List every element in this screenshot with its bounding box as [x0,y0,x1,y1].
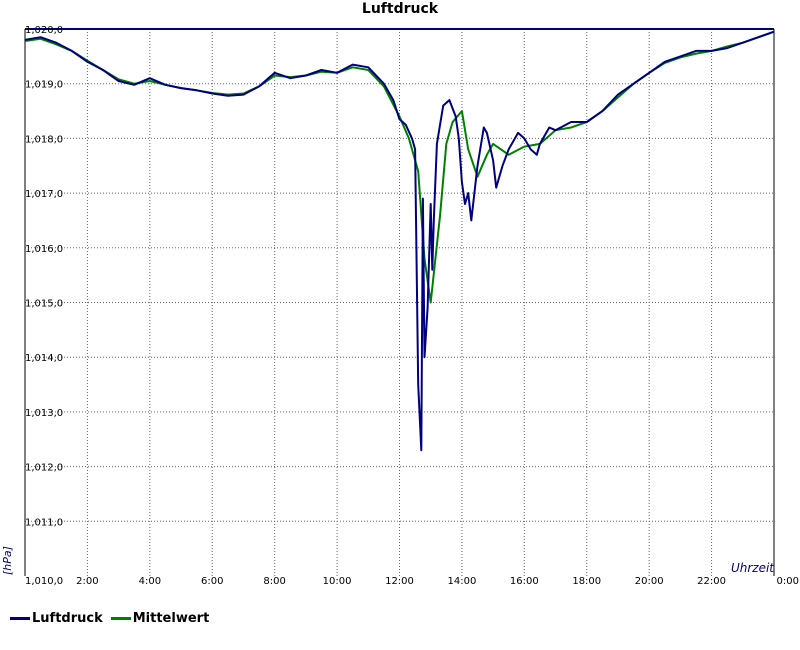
y-tick-label: 1,015,0 [25,299,63,310]
x-tick-label: 22:00 [697,576,726,587]
x-tick-label: 20:00 [635,576,664,587]
y-tick-label: 1,020,0 [25,25,63,36]
legend-swatch-mittelwert [110,616,131,620]
x-tick-label: 18:00 [572,576,601,587]
legend-swatch-luftdruck [10,616,30,620]
x-tick-label: 8:00 [263,576,285,587]
y-tick-label: 1,014,0 [25,353,63,364]
y-tick-label: 1,013,0 [25,408,63,419]
x-axis-label: Uhrzeit [731,561,775,575]
grid-lines [25,29,774,576]
y-axis-label: [hPa] [1,546,14,575]
x-tick-label: 2:00 [76,576,98,587]
chart-title: Luftdruck [362,1,439,17]
y-tick-label: 1,012,0 [25,463,63,474]
x-axis-ticks: 2:00 4:00 6:00 8:00 10:00 12:00 14:00 16:00 18:0… [76,576,799,587]
legend-label-mittelwert: Mittelwert [132,610,210,626]
y-tick-label: 1,016,0 [25,244,63,255]
legend-item-luftdruck: Luftdruck [10,611,103,626]
x-tick-label: 6:00 [201,576,223,587]
x-tick-label: 0:00 [777,576,799,587]
x-tick-label: 4:00 [139,576,161,587]
series-line-luftdruck [24,30,775,452]
x-tick-label: 16:00 [510,576,539,587]
y-axis-ticks: 1,010,0 1,011,0 1,012,0 1,013,0 1,014,0 1,015… [25,25,63,587]
y-tick-label: 1,010,0 [25,576,63,587]
x-tick-label: 14:00 [448,576,477,587]
x-tick-label: 12:00 [385,576,414,587]
y-tick-label: 1,019,0 [25,80,63,91]
y-tick-label: 1,011,0 [25,517,63,528]
y-tick-label: 1,017,0 [25,189,63,200]
chart-legend: Luftdruck Mittelwert [10,608,217,628]
y-tick-label: 1,018,0 [25,134,63,145]
pressure-chart: Luftdruck 1,010,01,011,01,012,01,013,01,… [1,1,799,587]
x-tick-label: 10:00 [323,576,352,587]
legend-label-luftdruck: Luftdruck [32,610,103,626]
legend-item-mittelwert: Mittelwert [110,610,210,626]
